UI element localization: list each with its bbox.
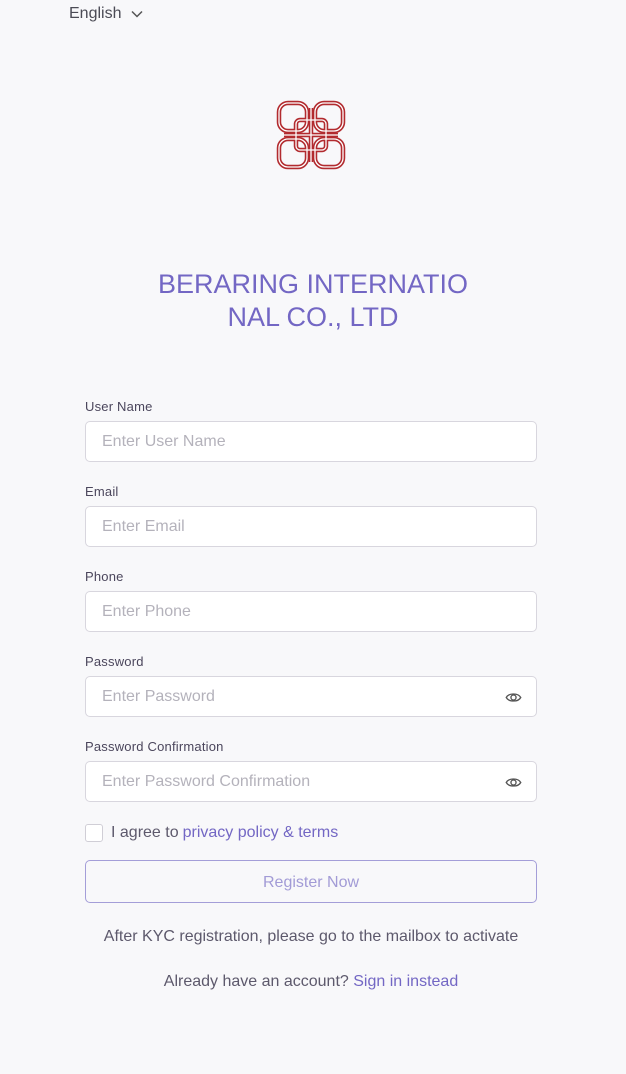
agree-checkbox[interactable]: [85, 824, 103, 842]
signin-link[interactable]: Sign in instead: [353, 973, 458, 990]
email-input[interactable]: [86, 507, 536, 546]
kyc-note: After KYC registration, please go to the…: [103, 928, 519, 945]
password-confirmation-input[interactable]: [86, 762, 536, 801]
signin-row: Already have an account? Sign in instead: [85, 973, 537, 991]
email-label: Email: [85, 484, 119, 499]
have-account-text: Already have an account?: [163, 973, 349, 990]
company-logo: [276, 100, 346, 170]
username-label: User Name: [85, 399, 153, 414]
chevron-down-icon: [131, 10, 144, 18]
phone-input[interactable]: [86, 592, 536, 631]
password-confirmation-field-wrapper: [85, 761, 537, 802]
language-label: English: [69, 5, 122, 22]
password-field-wrapper: [85, 676, 537, 717]
eye-icon[interactable]: [505, 689, 522, 706]
email-field-wrapper: [85, 506, 537, 547]
agree-text: I agree to: [111, 824, 179, 841]
company-name: BERARING INTERNATIO NAL CO., LTD: [0, 268, 626, 334]
eye-icon[interactable]: [505, 774, 522, 791]
company-name-line-1: BERARING INTERNATIO: [157, 269, 469, 299]
company-name-line-2: NAL CO., LTD: [227, 302, 399, 332]
agree-row: I agree to privacy policy & terms: [85, 822, 537, 844]
password-input[interactable]: [86, 677, 536, 716]
username-field-wrapper: [85, 421, 537, 462]
password-confirmation-label: Password Confirmation: [85, 739, 224, 754]
password-label: Password: [85, 654, 144, 669]
phone-field-wrapper: [85, 591, 537, 632]
language-selector[interactable]: English: [69, 5, 144, 23]
phone-label: Phone: [85, 569, 124, 584]
privacy-policy-link[interactable]: privacy policy & terms: [183, 824, 339, 842]
username-input[interactable]: [86, 422, 536, 461]
register-button[interactable]: Register Now: [85, 860, 537, 903]
register-form: User Name Email Phone Password Password …: [85, 397, 537, 991]
